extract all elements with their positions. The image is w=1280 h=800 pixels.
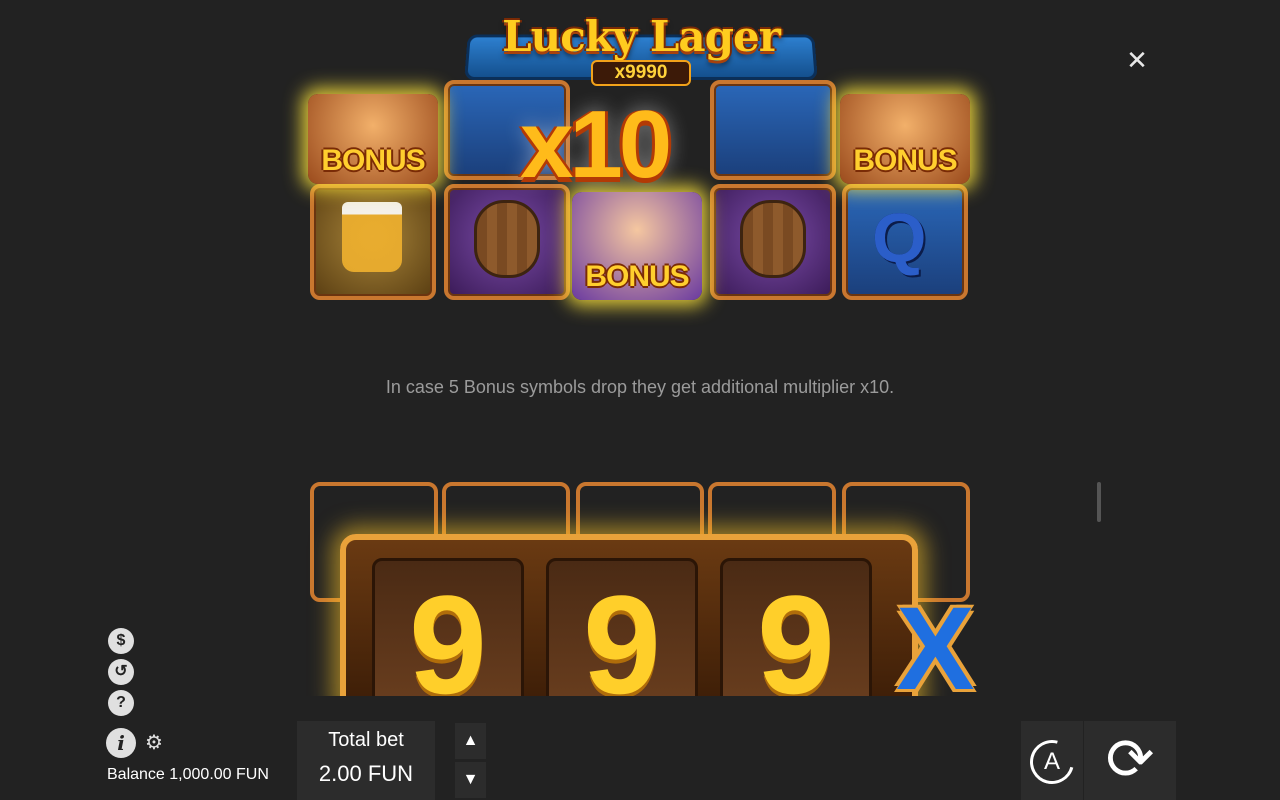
autoplay-button[interactable]: A bbox=[1021, 721, 1083, 800]
spin-button[interactable]: ⟳ bbox=[1084, 721, 1176, 800]
q-symbol: Q bbox=[872, 199, 927, 277]
beer-mug-symbol bbox=[342, 202, 402, 272]
info-icon[interactable]: i bbox=[106, 728, 136, 758]
bonus-symbol: BONUS bbox=[840, 94, 970, 184]
scrollbar[interactable] bbox=[1097, 482, 1101, 522]
bonus-multiplier-illustration: Q BONUS BONUS BONUS x10 bbox=[306, 80, 974, 305]
spin-icon: ⟳ bbox=[1105, 727, 1155, 792]
barrel-tile bbox=[710, 184, 836, 300]
multiplier-label: x10 bbox=[520, 91, 672, 198]
multiplier-counter: 9 9 9 bbox=[340, 534, 918, 696]
bonus-label: BONUS bbox=[853, 144, 957, 177]
autoplay-label: A bbox=[1043, 748, 1060, 775]
logo-max-multiplier: x9990 bbox=[591, 60, 691, 86]
beer-mug-tile bbox=[310, 184, 436, 300]
arrow-up-icon: ▲ bbox=[462, 732, 479, 749]
multiplier-counter-illustration: 9 9 9 X bbox=[306, 478, 1016, 696]
multiplier-x-symbol: X bbox=[896, 583, 975, 696]
bonus-label: BONUS bbox=[585, 260, 689, 293]
total-bet-value: 2.00 FUN bbox=[318, 761, 414, 786]
arrow-down-icon: ▼ bbox=[462, 771, 479, 788]
counter-digit: 9 bbox=[409, 566, 487, 697]
digit-cell: 9 bbox=[372, 558, 524, 696]
logo-title: Lucky Lager bbox=[502, 12, 781, 61]
close-button[interactable]: ✕ bbox=[1124, 47, 1150, 73]
bonus-symbol: BONUS bbox=[308, 94, 438, 184]
total-bet-panel: Total bet 2.00 FUN bbox=[297, 721, 435, 800]
balance-value: 1,000.00 FUN bbox=[169, 766, 269, 783]
counter-digit: 9 bbox=[757, 566, 835, 697]
background-tile bbox=[710, 80, 836, 180]
bet-increase-button[interactable]: ▲ bbox=[455, 723, 486, 759]
counter-digit: 9 bbox=[583, 566, 661, 697]
bonus-label: BONUS bbox=[321, 144, 425, 177]
balance-display: Balance 1,000.00 FUN bbox=[107, 766, 269, 784]
total-bet-label: Total bet bbox=[328, 729, 404, 751]
history-icon[interactable]: ↺ bbox=[108, 659, 134, 685]
digit-cell: 9 bbox=[720, 558, 872, 696]
bet-decrease-button[interactable]: ▼ bbox=[455, 762, 486, 798]
close-icon: ✕ bbox=[1126, 45, 1148, 75]
barrel-tile bbox=[444, 184, 570, 300]
rule-description: In case 5 Bonus symbols drop they get ad… bbox=[385, 377, 895, 397]
gear-icon[interactable]: ⚙ bbox=[144, 733, 164, 753]
digit-cell: 9 bbox=[546, 558, 698, 696]
help-icon[interactable]: ? bbox=[108, 690, 134, 716]
barrel-symbol bbox=[474, 200, 540, 278]
coins-icon[interactable]: $ bbox=[108, 628, 134, 654]
q-tile: Q bbox=[842, 184, 968, 300]
bonus-symbol: BONUS bbox=[572, 192, 702, 300]
balance-label: Balance bbox=[107, 766, 165, 783]
barrel-symbol bbox=[740, 200, 806, 278]
